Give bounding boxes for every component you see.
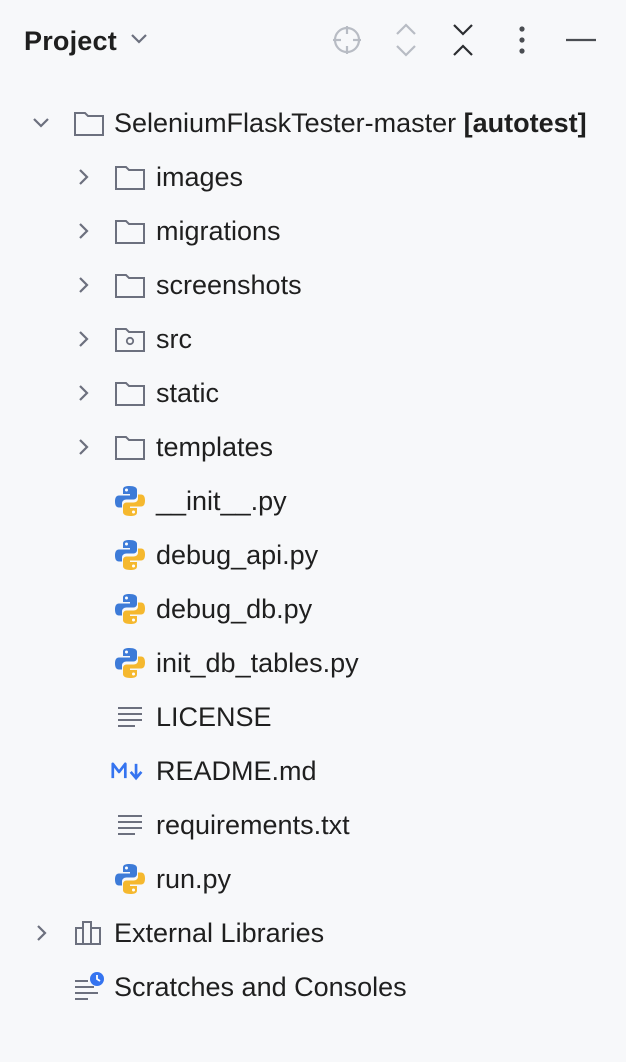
folder-icon	[113, 376, 147, 410]
library-icon	[72, 916, 106, 950]
tree-node-file[interactable]: requirements.txt	[0, 798, 626, 852]
markdown-icon	[111, 754, 145, 788]
minimize-icon[interactable]	[561, 20, 601, 60]
tree-node-folder[interactable]: templates	[0, 420, 626, 474]
tree-node-file[interactable]: init_db_tables.py	[0, 636, 626, 690]
python-icon	[113, 484, 147, 518]
chevron-right-icon[interactable]	[74, 329, 94, 349]
tree-node-label: init_db_tables.py	[156, 647, 359, 678]
tree-node-label: __init__.py	[156, 485, 287, 516]
python-icon	[113, 538, 147, 572]
module-name: [autotest]	[463, 107, 587, 138]
tree-node-label: images	[156, 161, 244, 192]
project-view-selector[interactable]: Project	[24, 22, 149, 60]
tree-node-label: README.md	[156, 755, 317, 786]
chevron-right-icon[interactable]	[74, 383, 94, 403]
tree-node-label: templates	[156, 431, 274, 462]
tree-node-label: External Libraries	[114, 917, 325, 948]
tree-node-label: migrations	[156, 215, 281, 246]
tree-node-label: debug_api.py	[156, 539, 319, 570]
root-project-name: SeleniumFlaskTester-master [autotest]	[114, 107, 587, 138]
tree-node-label: screenshots	[156, 269, 302, 300]
python-icon	[113, 862, 147, 896]
tree-node-folder[interactable]: migrations	[0, 204, 626, 258]
tree-node-label: LICENSE	[156, 701, 272, 732]
folder-icon	[72, 106, 106, 140]
more-icon[interactable]	[502, 20, 542, 60]
tree-node-folder[interactable]: images	[0, 150, 626, 204]
tree-node-folder[interactable]: screenshots	[0, 258, 626, 312]
tree-node-file[interactable]: __init__.py	[0, 474, 626, 528]
locate-icon[interactable]	[327, 20, 367, 60]
tree-node-file[interactable]: debug_api.py	[0, 528, 626, 582]
text-file-icon	[113, 808, 147, 842]
chevron-right-icon[interactable]	[74, 275, 94, 295]
scratches-icon	[72, 970, 106, 1004]
python-icon	[113, 592, 147, 626]
tree-node-label: src	[156, 323, 192, 354]
expand-all-icon[interactable]	[386, 20, 426, 60]
python-icon	[113, 646, 147, 680]
text-file-icon	[113, 700, 147, 734]
tree-node-root[interactable]: SeleniumFlaskTester-master [autotest]	[0, 96, 626, 150]
tree-node-file[interactable]: README.md	[0, 744, 626, 798]
panel-title: Project	[24, 25, 117, 56]
chevron-right-icon[interactable]	[74, 221, 94, 241]
chevron-down-icon	[129, 32, 149, 51]
chevron-down-icon[interactable]	[31, 113, 51, 133]
tree-node-folder[interactable]: static	[0, 366, 626, 420]
source-folder-icon	[113, 322, 147, 356]
tree-node-file[interactable]: run.py	[0, 852, 626, 906]
chevron-right-icon[interactable]	[74, 437, 94, 457]
chevron-right-icon[interactable]	[74, 167, 94, 187]
tree-node-folder[interactable]: src	[0, 312, 626, 366]
tree-node-scratches[interactable]: Scratches and Consoles	[0, 960, 626, 1014]
tree-node-file[interactable]: LICENSE	[0, 690, 626, 744]
project-panel-header: Project	[0, 0, 626, 80]
chevron-right-icon[interactable]	[32, 923, 52, 943]
folder-icon	[113, 268, 147, 302]
folder-icon	[113, 214, 147, 248]
tree-node-label: run.py	[156, 863, 232, 894]
tree-node-label: static	[156, 377, 220, 408]
folder-icon	[113, 430, 147, 464]
tree-node-external-libraries[interactable]: External Libraries	[0, 906, 626, 960]
tree-node-label: Scratches and Consoles	[114, 971, 407, 1002]
tree-node-label: requirements.txt	[156, 809, 350, 840]
folder-icon	[113, 160, 147, 194]
tree-node-file[interactable]: debug_db.py	[0, 582, 626, 636]
tree-node-label: debug_db.py	[156, 593, 313, 624]
collapse-all-icon[interactable]	[443, 20, 483, 60]
